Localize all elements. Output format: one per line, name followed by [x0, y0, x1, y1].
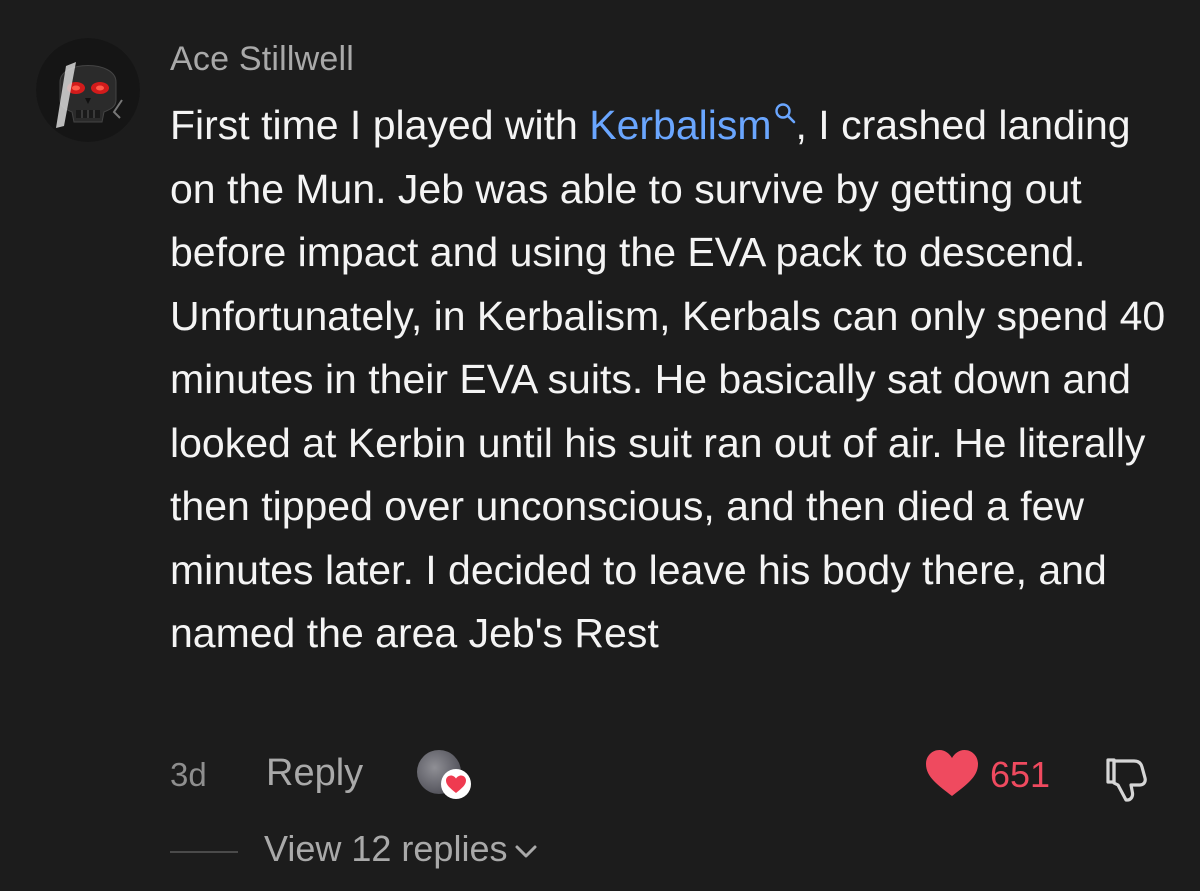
thumbs-down-icon[interactable]	[1100, 752, 1152, 804]
like-count: 651	[990, 754, 1051, 795]
search-link-label: Kerbalism	[589, 102, 772, 148]
skull-avatar-icon	[36, 38, 140, 142]
like-heart-icon[interactable]	[924, 748, 980, 798]
view-replies-row: View 12 replies	[170, 824, 870, 874]
replies-divider	[170, 851, 238, 853]
comment-text-rest: , I crashed landing on the Mun. Jeb was …	[170, 102, 1166, 656]
author-name[interactable]: Ace Stillwell	[170, 40, 354, 79]
comment-text: First time I played with Kerbalism, I cr…	[170, 94, 1180, 666]
creator-heart-icon	[441, 769, 471, 799]
reply-button[interactable]: Reply	[266, 752, 363, 795]
view-replies-button[interactable]: View 12 replies	[264, 828, 539, 870]
search-link[interactable]: Kerbalism	[589, 102, 795, 148]
comment-age: 3d	[170, 756, 207, 793]
chevron-down-icon	[515, 845, 537, 858]
comment: Ace Stillwell First time I played with K…	[0, 0, 1200, 891]
search-icon	[774, 103, 795, 124]
comment-actions: 3d Reply 651	[170, 748, 1170, 804]
author-avatar[interactable]	[36, 38, 140, 142]
comment-text-start: First time I played with	[170, 102, 590, 148]
view-replies-label: View 12 replies	[264, 828, 508, 869]
